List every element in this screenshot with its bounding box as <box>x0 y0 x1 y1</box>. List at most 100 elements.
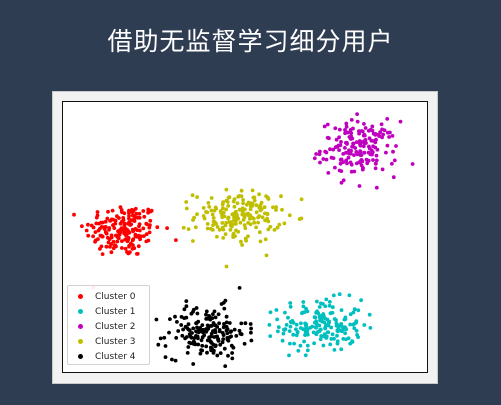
legend-entry-cluster-3: Cluster 3 <box>74 334 149 349</box>
scatter-point-cluster-1 <box>300 310 305 315</box>
scatter-point-cluster-1 <box>352 326 357 331</box>
scatter-point-cluster-2 <box>373 133 378 137</box>
scatter-point-cluster-0 <box>126 251 131 256</box>
scatter-point-cluster-2 <box>348 160 353 165</box>
scatter-point-cluster-3 <box>221 236 226 240</box>
scatter-point-cluster-1 <box>321 312 326 316</box>
scatter-point-cluster-4 <box>249 330 253 335</box>
scatter-point-cluster-0 <box>120 239 124 244</box>
scatter-point-cluster-0 <box>115 233 120 238</box>
scatter-point-cluster-4 <box>230 356 235 361</box>
legend-label-cluster-3: Cluster 3 <box>95 336 136 347</box>
scatter-point-cluster-0 <box>96 237 100 242</box>
scatter-point-cluster-4 <box>216 337 221 342</box>
scatter-point-cluster-3 <box>193 225 198 230</box>
scatter-point-cluster-4 <box>173 314 177 319</box>
scatter-point-cluster-4 <box>200 343 205 348</box>
scatter-point-cluster-4 <box>221 325 226 330</box>
scatter-point-cluster-1 <box>310 324 315 329</box>
scatter-point-cluster-0 <box>121 218 126 222</box>
scatter-point-cluster-0 <box>122 211 127 216</box>
scatter-point-cluster-1 <box>314 322 319 326</box>
scatter-point-cluster-0 <box>117 216 121 220</box>
scatter-point-cluster-0 <box>105 235 110 240</box>
scatter-point-cluster-1 <box>283 310 287 315</box>
scatter-point-cluster-1 <box>330 310 335 315</box>
scatter-point-cluster-1 <box>303 333 307 337</box>
scatter-point-cluster-1 <box>335 333 339 338</box>
scatter-point-cluster-3 <box>190 193 195 198</box>
scatter-point-cluster-0 <box>119 208 124 212</box>
scatter-point-cluster-1 <box>292 341 296 346</box>
scatter-point-cluster-0 <box>122 221 127 226</box>
scatter-point-cluster-2 <box>337 135 341 140</box>
scatter-point-cluster-1 <box>355 333 359 337</box>
scatter-point-cluster-4 <box>218 342 223 347</box>
scatter-point-cluster-1 <box>343 315 348 320</box>
scatter-point-cluster-4 <box>179 323 184 327</box>
scatter-point-cluster-0 <box>135 251 140 256</box>
scatter-point-cluster-2 <box>410 162 415 166</box>
legend-marker-cluster-2 <box>78 324 83 329</box>
scatter-point-cluster-4 <box>187 332 192 337</box>
scatter-point-cluster-2 <box>379 122 384 127</box>
scatter-point-cluster-3 <box>232 204 237 209</box>
scatter-point-cluster-1 <box>327 300 332 304</box>
legend-entry-cluster-2: Cluster 2 <box>74 319 149 334</box>
scatter-point-cluster-2 <box>349 131 354 135</box>
scatter-point-cluster-1 <box>298 343 303 348</box>
scatter-point-cluster-2 <box>344 121 349 126</box>
scatter-point-cluster-1 <box>351 310 356 315</box>
scatter-point-cluster-4 <box>173 358 178 363</box>
scatter-point-cluster-1 <box>302 339 306 344</box>
scatter-point-cluster-1 <box>303 353 308 358</box>
scatter-point-cluster-2 <box>391 149 395 154</box>
scatter-point-cluster-4 <box>249 326 254 331</box>
scatter-point-cluster-1 <box>331 293 336 298</box>
scatter-point-cluster-0 <box>102 227 107 231</box>
scatter-point-cluster-4 <box>196 336 200 341</box>
scatter-point-cluster-1 <box>268 310 273 315</box>
scatter-point-cluster-2 <box>357 131 361 136</box>
scatter-point-cluster-1 <box>295 330 300 335</box>
scatter-point-cluster-3 <box>274 205 278 210</box>
scatter-point-cluster-2 <box>374 185 379 190</box>
scatter-point-cluster-0 <box>126 237 131 242</box>
scatter-point-cluster-1 <box>317 305 322 309</box>
scatter-point-cluster-1 <box>287 329 292 333</box>
scatter-point-cluster-0 <box>148 218 153 223</box>
scatter-point-cluster-3 <box>258 239 263 244</box>
scatter-point-cluster-3 <box>280 207 284 212</box>
scatter-point-cluster-0 <box>132 246 137 251</box>
scatter-point-cluster-1 <box>321 343 326 348</box>
scatter-point-cluster-2 <box>318 149 322 154</box>
scatter-point-cluster-1 <box>319 334 324 338</box>
scatter-point-cluster-1 <box>318 315 322 320</box>
legend-label-cluster-0: Cluster 0 <box>95 291 136 302</box>
scatter-point-cluster-4 <box>229 329 234 334</box>
scatter-point-cluster-3 <box>232 197 237 202</box>
scatter-point-cluster-2 <box>328 147 332 152</box>
scatter-point-cluster-2 <box>324 157 329 162</box>
scatter-point-cluster-1 <box>362 323 367 327</box>
scatter-point-cluster-3 <box>237 194 242 198</box>
scatter-point-cluster-3 <box>250 188 255 193</box>
scatter-point-cluster-0 <box>136 244 141 249</box>
scatter-point-cluster-0 <box>127 244 131 249</box>
scatter-point-cluster-3 <box>191 239 195 243</box>
scatter-point-cluster-0 <box>174 238 178 243</box>
scatter-point-cluster-2 <box>339 157 344 162</box>
scatter-point-cluster-3 <box>248 222 253 227</box>
scatter-point-cluster-1 <box>337 292 342 297</box>
scatter-point-cluster-2 <box>331 156 336 160</box>
scatter-point-cluster-2 <box>360 159 364 163</box>
scatter-point-cluster-3 <box>249 202 253 207</box>
scatter-point-cluster-2 <box>392 158 397 163</box>
scatter-point-cluster-4 <box>224 314 229 319</box>
scatter-point-cluster-4 <box>158 336 163 341</box>
scatter-point-cluster-4 <box>183 336 187 341</box>
scatter-point-cluster-4 <box>213 344 218 349</box>
scatter-point-cluster-2 <box>367 146 372 151</box>
scatter-point-cluster-3 <box>184 200 189 204</box>
scatter-point-cluster-3 <box>207 204 212 209</box>
